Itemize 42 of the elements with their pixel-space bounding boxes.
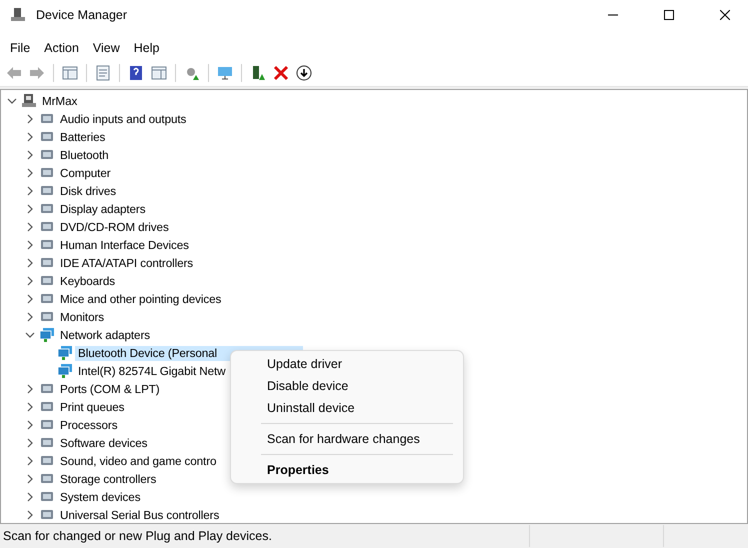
context-menu-item[interactable]: Properties	[235, 459, 459, 481]
tree-item[interactable]: Keyboards	[57, 274, 118, 288]
window-title: Device Manager	[36, 8, 128, 22]
tree-item[interactable]: Sound, video and game contro	[57, 454, 220, 468]
tree-item[interactable]: Network adapters	[57, 328, 153, 342]
tree-item[interactable]: Intel(R) 82574L Gigabit Netw	[75, 364, 228, 378]
close-icon	[720, 10, 730, 20]
tree-item[interactable]: Software devices	[57, 436, 150, 450]
menu-item[interactable]: View	[86, 39, 127, 57]
tree-item[interactable]: DVD/CD-ROM drives	[57, 220, 172, 234]
tree-item[interactable]: Computer	[57, 166, 114, 180]
download-circle-icon[interactable]	[294, 63, 314, 83]
tree-item[interactable]: IDE ATA/ATAPI controllers	[57, 256, 196, 270]
network-adapter-icon	[57, 363, 73, 379]
context-menu-item[interactable]: Scan for hardware changes	[235, 428, 459, 450]
tree-item[interactable]: Print queues	[57, 400, 128, 414]
tree-item[interactable]: Bluetooth	[57, 148, 112, 162]
status-text: Scan for changed or new Plug and Play devices.	[2, 529, 273, 543]
menu-item[interactable]: Action	[37, 39, 86, 57]
menu-item[interactable]: Help	[126, 39, 166, 57]
tree-item[interactable]: Mice and other pointing devices	[57, 292, 224, 306]
network-adapter-icon	[57, 345, 73, 361]
x-icon[interactable]	[271, 63, 291, 83]
tree-item[interactable]: Disk drives	[57, 184, 120, 198]
tree-item[interactable]: Storage controllers	[57, 472, 160, 486]
tree-item[interactable]: System devices	[57, 490, 144, 504]
context-menu-item[interactable]: Uninstall device	[235, 397, 459, 419]
menu-item[interactable]: File	[3, 39, 38, 57]
context-menu-item[interactable]: Disable device	[235, 375, 459, 397]
tree-item[interactable]: Batteries	[57, 130, 108, 144]
maximize-icon	[664, 10, 674, 20]
tree-item[interactable]: Monitors	[57, 310, 108, 324]
tree-item[interactable]: Human Interface Devices	[57, 238, 192, 252]
app-icon	[10, 7, 26, 23]
tree-item[interactable]: MrMax	[39, 94, 80, 108]
tree-item[interactable]: Universal Serial Bus controllers	[57, 508, 222, 522]
tree-item[interactable]: Processors	[57, 418, 120, 432]
tree-item[interactable]: Ports (COM & LPT)	[57, 382, 163, 396]
tree-item[interactable]: Display adapters	[57, 202, 148, 216]
tree-item[interactable]: Audio inputs and outputs	[57, 112, 190, 126]
network-adapter-icon	[39, 327, 55, 343]
computer-icon	[21, 93, 37, 109]
